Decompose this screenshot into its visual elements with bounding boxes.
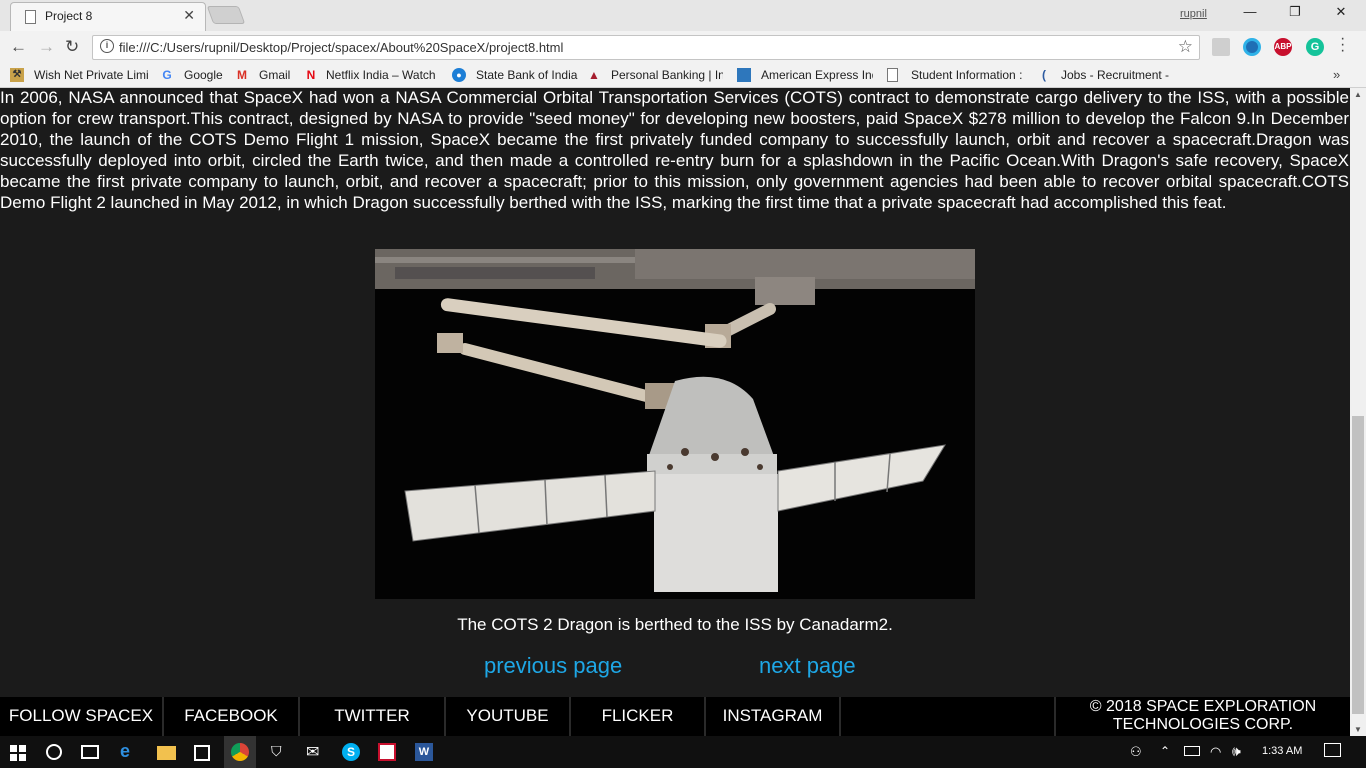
url-text[interactable]: file:///C:/Users/rupnil/Desktop/Project/… [119,40,563,55]
notification-center-icon[interactable] [1324,743,1341,757]
twitter-link[interactable]: TWITTER [300,697,446,736]
adblock-plus-icon[interactable]: ABP [1274,38,1292,56]
amex-icon [737,68,751,82]
profile-name[interactable]: rupnil [1180,8,1207,20]
bookmark-star-icon[interactable]: ☆ [1178,37,1193,57]
store-icon[interactable] [194,745,210,761]
volume-icon[interactable]: 🕪 [1232,743,1241,760]
minimize-button[interactable]: — [1235,4,1265,19]
reload-button[interactable]: ↻ [65,37,79,57]
bookmark-personal-banking[interactable]: Personal Banking | Int [611,68,723,82]
new-tab-button[interactable] [206,6,246,24]
back-button[interactable]: ← [10,37,27,57]
scroll-up-icon[interactable]: ▲ [1354,90,1362,99]
figure-caption: The COTS 2 Dragon is berthed to the ISS … [457,615,893,634]
extension-eye-icon[interactable] [1243,38,1261,56]
chrome-menu-icon[interactable]: · · · [1340,31,1348,59]
grammarly-icon[interactable]: G [1306,38,1324,56]
google-icon: G [162,68,172,82]
page-icon [25,10,36,24]
chevron-up-icon[interactable]: ⌃ [1160,744,1170,758]
bookmark-american-express[interactable]: American Express Ind [761,68,873,82]
gmail-icon: M [237,68,247,82]
chrome-icon[interactable] [231,743,249,761]
edge-icon[interactable]: e [120,741,138,761]
footer: FOLLOW SPACEX FACEBOOK TWITTER YOUTUBE F… [0,697,1350,736]
close-window-button[interactable]: ✕ [1326,4,1356,20]
page-scrollbar[interactable]: ▲ ▼ [1350,88,1366,736]
shield-icon[interactable]: ⛉ [271,743,289,761]
start-icon[interactable] [10,745,26,761]
more-bookmarks-icon[interactable]: » [1333,67,1340,82]
file-explorer-icon[interactable] [157,746,176,760]
scroll-thumb[interactable] [1352,416,1364,714]
flicker-link[interactable]: FLICKER [571,697,706,736]
youtube-link[interactable]: YOUTUBE [446,697,571,736]
jobs-icon: ( [1042,68,1046,82]
close-tab-icon[interactable]: ✕ [183,7,195,24]
copyright-line-1: © 2018 SPACE EXPLORATION [1089,698,1317,715]
scroll-down-icon[interactable]: ▼ [1354,725,1362,734]
cortana-icon[interactable] [46,744,62,760]
copyright-line-2: TECHNOLOGIES CORP. [1112,716,1294,733]
wifi-icon[interactable]: ◠ [1210,744,1221,760]
extension-puzzle-icon[interactable] [1212,38,1230,56]
sbi-icon: ● [452,68,466,82]
netflix-icon: N [306,68,316,82]
bookmark-jobs[interactable]: Jobs - Recruitment - . [1061,68,1173,82]
bank-icon: ▲ [588,68,600,82]
skype-icon[interactable]: S [342,743,360,761]
instagram-link[interactable]: INSTAGRAM [706,697,841,736]
info-icon[interactable]: i [100,39,114,53]
page-icon [887,68,898,82]
browser-title-bar: Project 8 ✕ rupnil — ❐ ✕ [0,0,1366,31]
copyright-notice: © 2018 SPACE EXPLORATION TECHNOLOGIES CO… [1054,697,1350,736]
mail-icon[interactable]: ✉ [306,742,324,761]
bookmark-student-information[interactable]: Student Information : [911,68,1023,82]
windows-taskbar: e ⛉ ✉ S W ⚇ ⌃ ◠ 🕪 1:33 AM [0,736,1366,768]
tab-project-8[interactable]: Project 8 ✕ [10,2,206,31]
tab-title: Project 8 [45,9,93,23]
dragon-iss-photo [375,249,975,599]
follow-spacex-label: FOLLOW SPACEX [0,697,164,736]
facebook-link[interactable]: FACEBOOK [164,697,300,736]
battery-icon[interactable] [1184,746,1200,756]
dragon-canadarm-illustration [375,249,975,592]
previous-page-link[interactable]: previous page [484,653,622,679]
clock-time[interactable]: 1:33 AM [1262,745,1302,757]
task-view-icon[interactable] [81,745,99,759]
word-icon[interactable]: W [415,743,433,761]
forward-button[interactable]: → [38,37,55,57]
maximize-button[interactable]: ❐ [1280,4,1310,20]
next-page-link[interactable]: next page [759,653,856,679]
bookmarks-bar: ⚒ Wish Net Private Limi G Google M Gmail… [0,63,1366,88]
article-paragraph: In 2006, NASA announced that SpaceX had … [0,88,1349,212]
bookmark-google[interactable]: Google [184,68,224,82]
bookmark-netflix[interactable]: Netflix India – Watch [326,68,438,82]
app-icon: ⚒ [10,68,24,82]
address-bar[interactable]: i file:///C:/Users/rupnil/Desktop/Projec… [92,35,1200,60]
bookmark-sbi[interactable]: State Bank of India [476,68,578,82]
people-icon[interactable]: ⚇ [1130,744,1142,760]
bookmark-gmail[interactable]: Gmail [259,68,293,82]
page-content: In 2006, NASA announced that SpaceX had … [0,88,1350,736]
bookmark-wish-net[interactable]: Wish Net Private Limi [34,68,150,82]
acrobat-icon[interactable] [378,743,396,761]
